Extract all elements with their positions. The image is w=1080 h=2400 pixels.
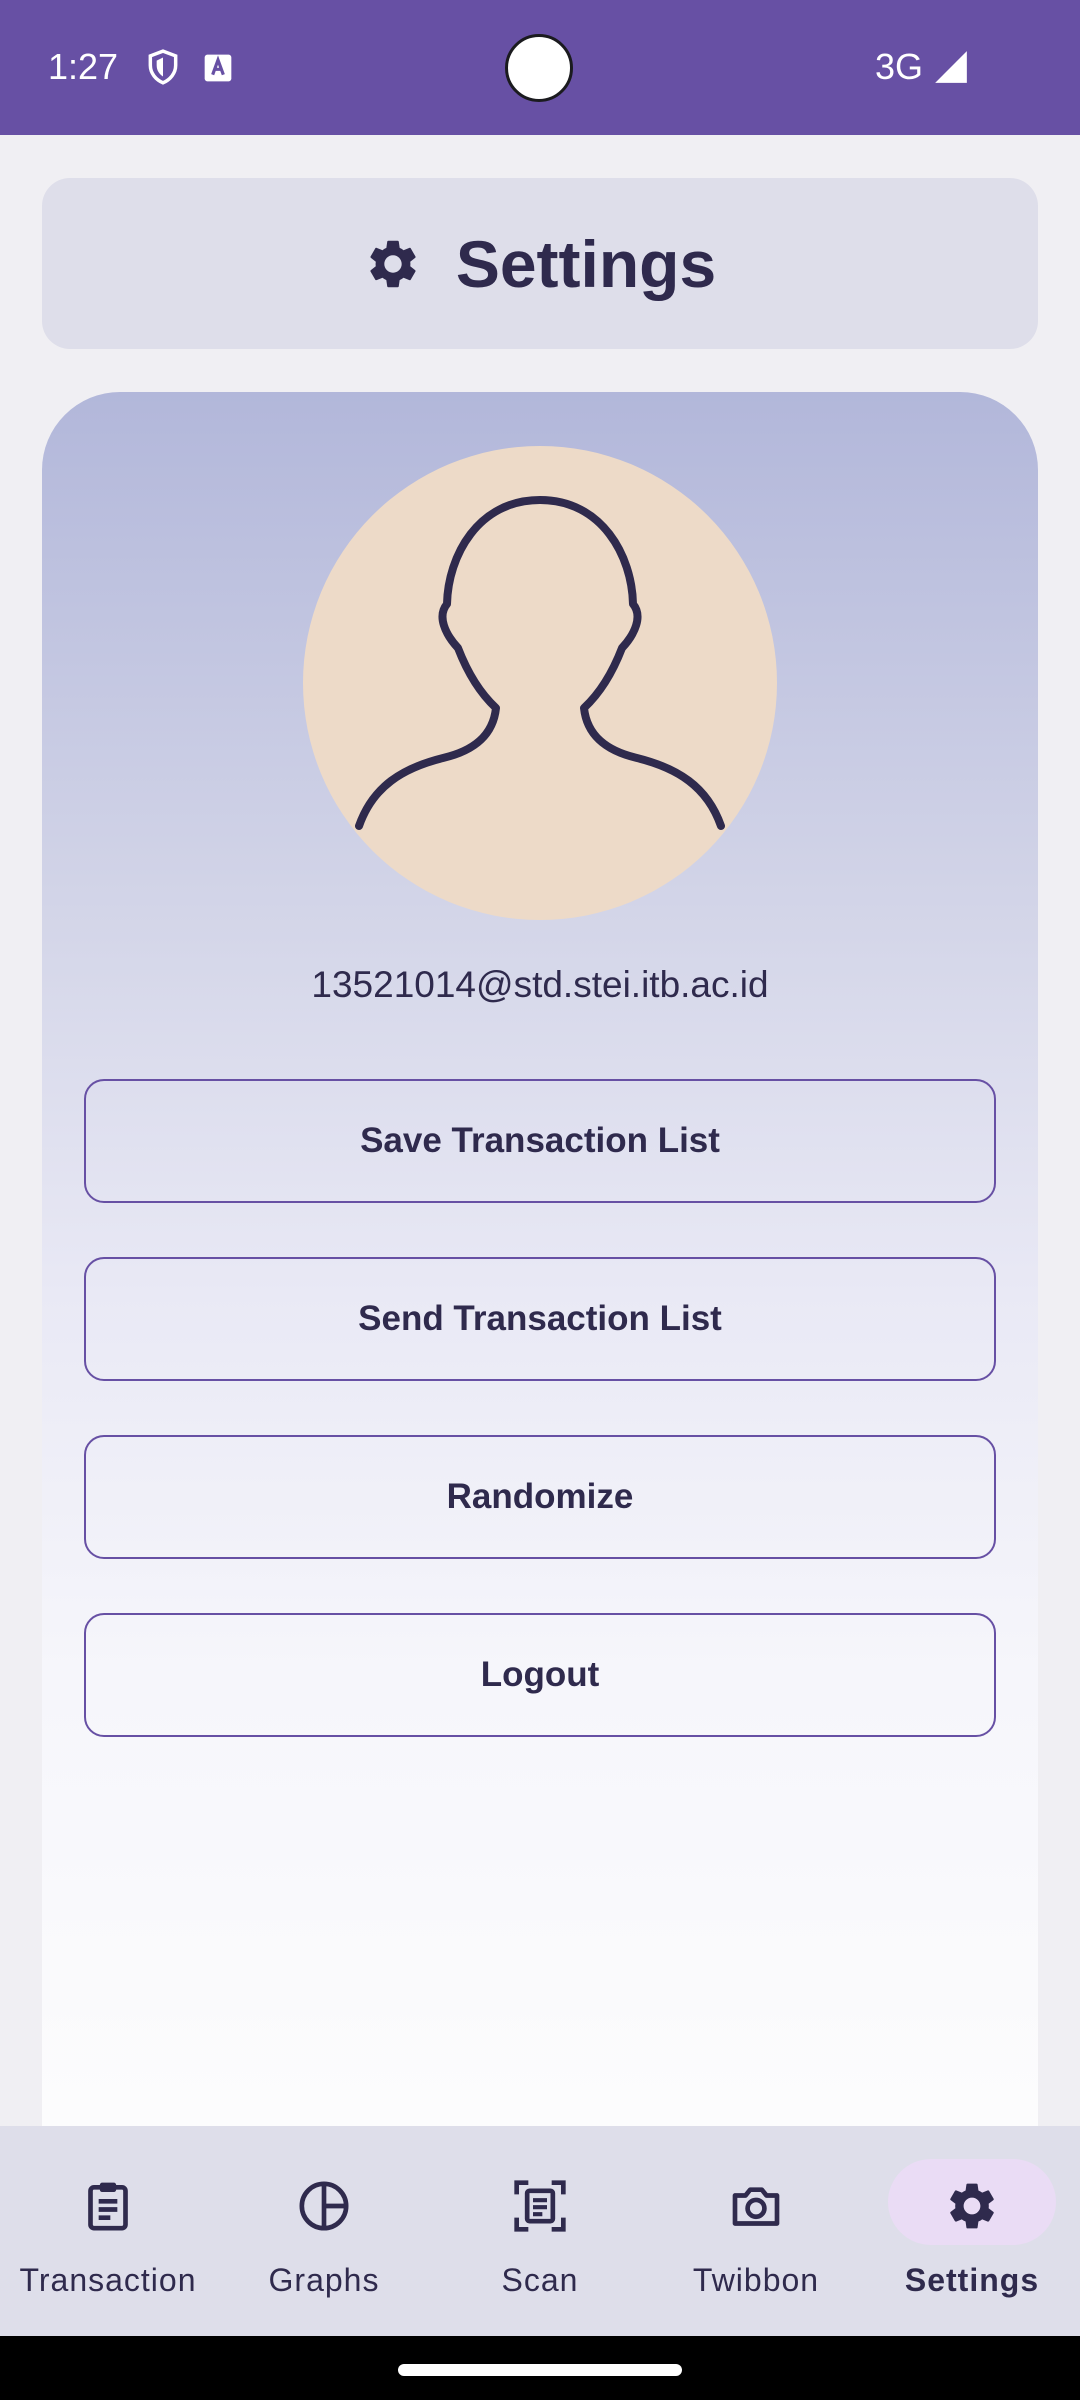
- nav-item-graphs[interactable]: Graphs: [216, 2126, 432, 2336]
- gear-icon: [950, 2183, 994, 2229]
- person-silhouette-icon: [355, 496, 725, 830]
- send-transaction-list-button[interactable]: Send Transaction List: [84, 1257, 996, 1381]
- nav-item-transaction[interactable]: Transaction: [0, 2126, 216, 2336]
- camera-cutout: [505, 34, 573, 102]
- avatar: [303, 446, 777, 920]
- page-title: Settings: [455, 226, 717, 301]
- network-type: 3G: [875, 46, 924, 87]
- profile-panel: 13521014@std.stei.itb.ac.id Save Transac…: [42, 392, 1038, 2126]
- clipboard-icon: [88, 2182, 128, 2231]
- system-gesture-area: [0, 2336, 1080, 2400]
- nav-item-settings[interactable]: Settings: [864, 2126, 1080, 2336]
- user-email: 13521014@std.stei.itb.ac.id: [311, 964, 769, 1005]
- nav-label-settings: Settings: [904, 2262, 1040, 2298]
- bottom-navigation: Transaction Graphs Scan Twibbon Settings: [0, 2126, 1080, 2336]
- nav-item-scan[interactable]: Scan: [432, 2126, 648, 2336]
- camera-icon: [732, 2187, 780, 2226]
- header-card: Settings: [42, 178, 1038, 349]
- pie-chart-icon: [299, 2181, 349, 2231]
- gear-icon: [370, 240, 416, 287]
- nav-label-graphs: Graphs: [268, 2262, 380, 2298]
- save-transaction-list-button[interactable]: Save Transaction List: [84, 1079, 996, 1203]
- nav-label-transaction: Transaction: [19, 2262, 197, 2298]
- randomize-button[interactable]: Randomize: [84, 1435, 996, 1559]
- logout-button[interactable]: Logout: [84, 1613, 996, 1737]
- nav-label-scan: Scan: [501, 2262, 579, 2298]
- keyboard-a-icon: [204, 54, 232, 82]
- shield-icon: [148, 49, 178, 85]
- scan-document-icon: [514, 2180, 566, 2232]
- home-gesture-handle[interactable]: [398, 2364, 682, 2376]
- status-time: 1:27: [48, 46, 119, 87]
- signal-icon: [935, 51, 967, 83]
- nav-label-twibbon: Twibbon: [692, 2262, 820, 2298]
- nav-item-twibbon[interactable]: Twibbon: [648, 2126, 864, 2336]
- status-bar: 1:27 3G: [0, 0, 1080, 135]
